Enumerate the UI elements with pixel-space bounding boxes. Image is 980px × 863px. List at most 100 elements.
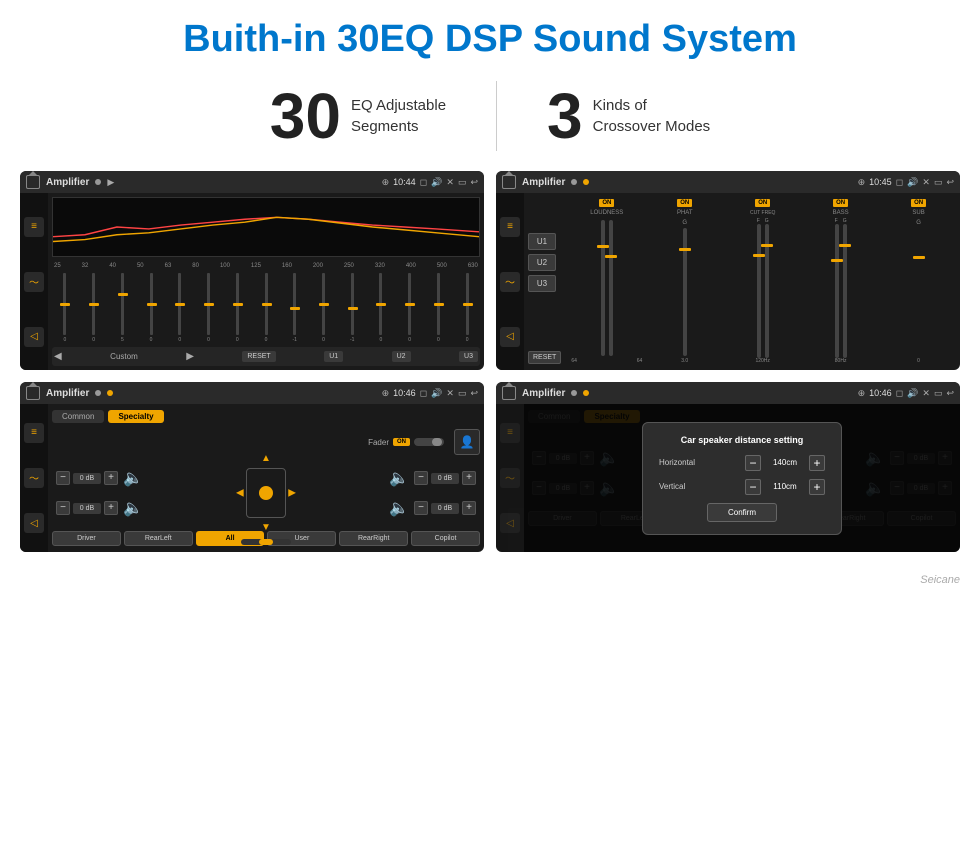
bass-slider-g[interactable] bbox=[843, 224, 847, 358]
minus-btn-tr[interactable]: − bbox=[414, 471, 428, 485]
eq-icon-3[interactable]: ≡ bbox=[24, 423, 44, 443]
back-icon-1[interactable]: ↩ bbox=[470, 177, 478, 188]
loudness-slider-2[interactable] bbox=[609, 220, 613, 356]
horizontal-plus-btn[interactable]: + bbox=[809, 455, 825, 471]
phat-slider-1[interactable] bbox=[683, 228, 687, 356]
loudness-slider-1[interactable] bbox=[601, 220, 605, 356]
copilot-btn[interactable]: Copilot bbox=[411, 531, 480, 546]
screen-dialog: Amplifier ⊕ 10:46 ◻ 🔊 ✕ ▭ ↩ ≡ 〜 ◁ bbox=[496, 382, 960, 552]
db-value-bl: 0 dB bbox=[73, 503, 101, 514]
crossover-sections: ON LOUDNESS 64 64 bbox=[569, 199, 956, 364]
eq-slider-10[interactable]: 0 bbox=[311, 273, 337, 343]
u3-btn[interactable]: U3 bbox=[528, 275, 556, 292]
eq-slider-2[interactable]: 0 bbox=[81, 273, 107, 343]
eq-slider-6[interactable]: 0 bbox=[196, 273, 222, 343]
arrow-left[interactable]: ◀ bbox=[236, 488, 244, 499]
eq-prev-btn[interactable]: ◀ bbox=[54, 351, 62, 362]
volume-icon-1[interactable]: 🔊 bbox=[431, 177, 442, 188]
app-name-2: Amplifier bbox=[522, 177, 565, 188]
eq-slider-15[interactable]: 0 bbox=[454, 273, 480, 343]
home-icon-2[interactable] bbox=[502, 175, 516, 189]
eq-u2-btn[interactable]: U2 bbox=[392, 351, 411, 362]
eq-reset-btn[interactable]: RESET bbox=[242, 351, 275, 362]
sub-on[interactable]: ON bbox=[911, 199, 926, 207]
window-icon-2[interactable]: ▭ bbox=[934, 177, 943, 188]
eq-slider-7[interactable]: 0 bbox=[224, 273, 250, 343]
back-icon-3[interactable]: ↩ bbox=[470, 388, 478, 399]
speaker-icon-1[interactable]: ◁ bbox=[24, 327, 44, 347]
home-icon-4[interactable] bbox=[502, 386, 516, 400]
eq-slider-1[interactable]: 0 bbox=[52, 273, 78, 343]
play-icon-1[interactable]: ▶ bbox=[107, 177, 114, 188]
bass-on[interactable]: ON bbox=[833, 199, 848, 207]
eq-slider-14[interactable]: 0 bbox=[426, 273, 452, 343]
u1-btn[interactable]: U1 bbox=[528, 233, 556, 250]
eq-icon-1[interactable]: ≡ bbox=[24, 217, 44, 237]
loudness-on[interactable]: ON bbox=[599, 199, 614, 207]
wave-icon-2[interactable]: 〜 bbox=[500, 272, 520, 292]
confirm-btn[interactable]: Confirm bbox=[707, 503, 777, 522]
eq-slider-8[interactable]: 0 bbox=[253, 273, 279, 343]
close-icon-3[interactable]: ✕ bbox=[446, 388, 454, 399]
wave-icon-1[interactable]: 〜 bbox=[24, 272, 44, 292]
eq-slider-12[interactable]: 0 bbox=[368, 273, 394, 343]
minus-btn-br[interactable]: − bbox=[414, 501, 428, 515]
fader-thumb bbox=[432, 438, 442, 446]
plus-btn-bl[interactable]: + bbox=[104, 501, 118, 515]
close-icon-2[interactable]: ✕ bbox=[922, 177, 930, 188]
eq-slider-13[interactable]: 0 bbox=[397, 273, 423, 343]
eq-icon-2[interactable]: ≡ bbox=[500, 217, 520, 237]
eq-slider-4[interactable]: 0 bbox=[138, 273, 164, 343]
eq-slider-5[interactable]: 0 bbox=[167, 273, 193, 343]
phat-on[interactable]: ON bbox=[677, 199, 692, 207]
minus-btn-tl[interactable]: − bbox=[56, 471, 70, 485]
volume-icon-3[interactable]: 🔊 bbox=[431, 388, 442, 399]
back-icon-4[interactable]: ↩ bbox=[946, 388, 954, 399]
window-icon-4[interactable]: ▭ bbox=[934, 388, 943, 399]
eq-u1-btn[interactable]: U1 bbox=[324, 351, 343, 362]
window-icon-1[interactable]: ▭ bbox=[458, 177, 467, 188]
distance-dialog-overlay: Car speaker distance setting Horizontal … bbox=[524, 404, 960, 552]
volume-icon-4[interactable]: 🔊 bbox=[907, 388, 918, 399]
plus-btn-tr[interactable]: + bbox=[462, 471, 476, 485]
db-control-br: 🔈 − 0 dB + bbox=[389, 498, 476, 518]
tab-specialty-3[interactable]: Specialty bbox=[108, 410, 163, 423]
home-icon-1[interactable] bbox=[26, 175, 40, 189]
arrow-up[interactable]: ▲ bbox=[261, 453, 271, 464]
fader-on[interactable]: ON bbox=[393, 438, 410, 446]
arrow-right[interactable]: ▶ bbox=[288, 488, 296, 499]
tab-common-3[interactable]: Common bbox=[52, 410, 104, 423]
window-icon-3[interactable]: ▭ bbox=[458, 388, 467, 399]
plus-btn-tl[interactable]: + bbox=[104, 471, 118, 485]
cutfreq-slider-g[interactable] bbox=[765, 224, 769, 358]
eq-slider-9[interactable]: -1 bbox=[282, 273, 308, 343]
vertical-plus-btn[interactable]: + bbox=[809, 479, 825, 495]
home-icon-3[interactable] bbox=[26, 386, 40, 400]
eq-next-btn[interactable]: ▶ bbox=[186, 351, 194, 362]
eq-slider-11[interactable]: -1 bbox=[339, 273, 365, 343]
volume-icon-2[interactable]: 🔊 bbox=[907, 177, 918, 188]
person-icon-3[interactable]: 👤 bbox=[454, 429, 480, 455]
u2-btn[interactable]: U2 bbox=[528, 254, 556, 271]
close-icon-1[interactable]: ✕ bbox=[446, 177, 454, 188]
close-icon-4[interactable]: ✕ bbox=[922, 388, 930, 399]
back-icon-2[interactable]: ↩ bbox=[946, 177, 954, 188]
driver-btn[interactable]: Driver bbox=[52, 531, 121, 546]
rearleft-btn[interactable]: RearLeft bbox=[124, 531, 193, 546]
arrow-down[interactable]: ▼ bbox=[261, 522, 271, 533]
eq-slider-3[interactable]: 5 bbox=[109, 273, 135, 343]
speaker-icon-3[interactable]: ◁ bbox=[24, 513, 44, 533]
speaker-icon-2[interactable]: ◁ bbox=[500, 327, 520, 347]
vertical-minus-btn[interactable]: − bbox=[745, 479, 761, 495]
rearright-btn[interactable]: RearRight bbox=[339, 531, 408, 546]
wave-icon-3[interactable]: 〜 bbox=[24, 468, 44, 488]
minus-btn-bl[interactable]: − bbox=[56, 501, 70, 515]
reset-btn-cross[interactable]: RESET bbox=[528, 351, 561, 364]
cutfreq-on[interactable]: ON bbox=[755, 199, 770, 207]
eq-u3-btn[interactable]: U3 bbox=[459, 351, 478, 362]
bottom-fader[interactable] bbox=[241, 539, 291, 545]
horizontal-minus-btn[interactable]: − bbox=[745, 455, 761, 471]
plus-btn-br[interactable]: + bbox=[462, 501, 476, 515]
dialog-title: Car speaker distance setting bbox=[659, 435, 825, 445]
fader-slider[interactable] bbox=[414, 438, 444, 446]
